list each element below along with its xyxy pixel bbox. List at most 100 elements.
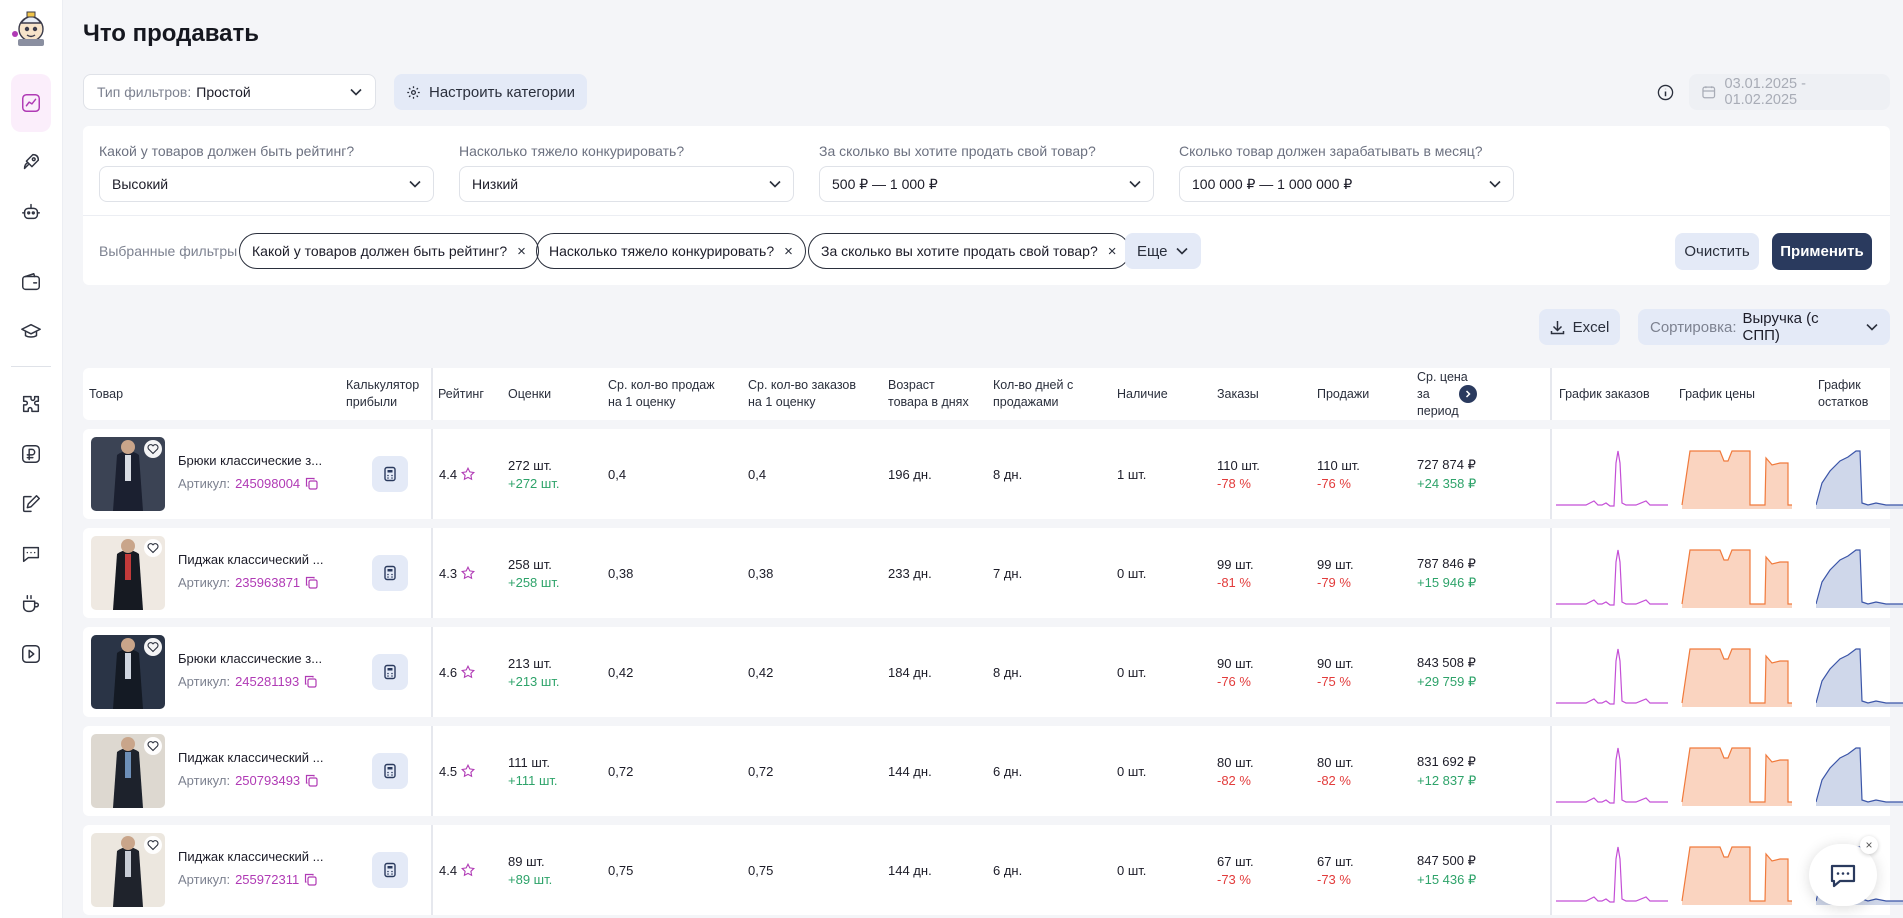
profit-calculator-button[interactable]: [372, 456, 408, 492]
sidebar-item-promotion[interactable]: [11, 142, 51, 182]
date-range-picker[interactable]: 03.01.2025 - 01.02.2025: [1689, 74, 1890, 110]
orders-chart[interactable]: [1556, 740, 1668, 806]
sort-select[interactable]: Сортировка: Выручка (с СПП): [1638, 309, 1890, 345]
product-image[interactable]: [91, 437, 165, 511]
profit-calculator-button[interactable]: [372, 852, 408, 888]
product-image[interactable]: [91, 536, 165, 610]
product-name[interactable]: Пиджак классический ...: [178, 750, 330, 765]
sidebar-item-analytics[interactable]: [11, 74, 51, 132]
header-rating[interactable]: Рейтинг: [438, 368, 484, 420]
copy-icon[interactable]: [305, 774, 318, 787]
orders-chart[interactable]: [1556, 443, 1668, 509]
copy-icon[interactable]: [305, 576, 318, 589]
price-chart[interactable]: [1680, 641, 1810, 707]
product-image[interactable]: [91, 833, 165, 907]
logo-icon[interactable]: [10, 6, 52, 48]
price-chart[interactable]: [1680, 443, 1810, 509]
table-row[interactable]: Пиджак классический ... Артикул: 2559723…: [83, 825, 1903, 915]
profit-calculator-button[interactable]: [372, 555, 408, 591]
product-name[interactable]: Брюки классические з...: [178, 453, 330, 468]
price-filter-select[interactable]: 500 ₽ — 1 000 ₽: [819, 166, 1154, 202]
article-number[interactable]: 235963871: [235, 575, 300, 590]
orders-chart[interactable]: [1556, 641, 1668, 707]
table-row[interactable]: Пиджак классический ... Артикул: 2359638…: [83, 528, 1903, 618]
header-reviews[interactable]: Оценки: [508, 368, 551, 420]
header-stock[interactable]: Наличие: [1117, 368, 1168, 420]
sidebar-item-education[interactable]: [11, 312, 51, 352]
header-profit-calculator[interactable]: Калькулятор прибыли: [346, 368, 419, 420]
copy-icon[interactable]: [304, 873, 317, 886]
chat-close-button[interactable]: ×: [1860, 836, 1878, 854]
article-number[interactable]: 255972311: [235, 872, 299, 887]
competition-filter-select[interactable]: Низкий: [459, 166, 794, 202]
table-row[interactable]: Брюки классические з... Артикул: 2452811…: [83, 627, 1903, 717]
product-name[interactable]: Брюки классические з...: [178, 651, 330, 666]
article-number[interactable]: 245098004: [235, 476, 300, 491]
chevron-down-icon: [1175, 247, 1188, 255]
article-number[interactable]: 250793493: [235, 773, 300, 788]
price-chart[interactable]: [1680, 740, 1810, 806]
header-orders-per-review[interactable]: Ср. кол-во заказов на 1 оценку: [748, 368, 856, 420]
sales-count: 90 шт.: [1317, 655, 1354, 671]
info-icon[interactable]: [1657, 84, 1674, 101]
sales-delta: -75 %: [1317, 673, 1351, 689]
stock-chart[interactable]: [1816, 443, 1903, 509]
excel-export-button[interactable]: Excel: [1539, 309, 1620, 345]
stock-chart[interactable]: [1816, 641, 1903, 707]
header-price-chart[interactable]: График цены: [1679, 368, 1755, 420]
stock-chart[interactable]: [1816, 740, 1903, 806]
product-image[interactable]: [91, 734, 165, 808]
revenue-filter-select[interactable]: 100 000 ₽ — 1 000 000 ₽: [1179, 166, 1514, 202]
sidebar-item-coffee[interactable]: [11, 584, 51, 624]
sidebar-item-messages[interactable]: [11, 534, 51, 574]
scroll-right-button[interactable]: [1459, 385, 1477, 403]
close-icon[interactable]: ×: [784, 243, 793, 260]
product-image[interactable]: [91, 635, 165, 709]
close-icon[interactable]: ×: [1108, 243, 1117, 260]
copy-icon[interactable]: [305, 477, 318, 490]
header-days-with-sales[interactable]: Кол-во дней с продажами: [993, 368, 1073, 420]
sidebar-item-extensions[interactable]: [11, 384, 51, 424]
sidebar-item-finance[interactable]: [11, 434, 51, 474]
header-product[interactable]: Товар: [89, 368, 123, 420]
article-number[interactable]: 245281193: [235, 674, 299, 689]
price-chart[interactable]: [1680, 542, 1810, 608]
favorite-button[interactable]: [144, 737, 162, 755]
orders-chart[interactable]: [1556, 542, 1668, 608]
sidebar-item-editor[interactable]: [11, 484, 51, 524]
close-icon[interactable]: ×: [517, 243, 526, 260]
header-orders-chart[interactable]: График заказов: [1559, 368, 1650, 420]
header-orders[interactable]: Заказы: [1217, 368, 1259, 420]
header-sales[interactable]: Продажи: [1317, 368, 1369, 420]
price-chart[interactable]: [1680, 839, 1810, 905]
header-stock-chart[interactable]: График остатков: [1818, 368, 1890, 420]
more-filters-button[interactable]: Еще: [1125, 233, 1201, 269]
table-row[interactable]: Пиджак классический ... Артикул: 2507934…: [83, 726, 1903, 816]
profit-calculator-button[interactable]: [372, 654, 408, 690]
product-name[interactable]: Пиджак классический ...: [178, 849, 330, 864]
rating-filter-select[interactable]: Высокий: [99, 166, 434, 202]
header-sales-per-review[interactable]: Ср. кол-во продаж на 1 оценку: [608, 368, 715, 420]
sidebar-item-bot[interactable]: [11, 192, 51, 232]
header-product-age[interactable]: Возраст товара в днях: [888, 368, 969, 420]
favorite-button[interactable]: [144, 440, 162, 458]
sidebar-item-wallet[interactable]: [11, 262, 51, 302]
favorite-button[interactable]: [144, 836, 162, 854]
filter-type-select[interactable]: Тип фильтров: Простой: [83, 74, 376, 110]
configure-categories-button[interactable]: Настроить категории: [394, 74, 587, 110]
apply-button[interactable]: Применить: [1772, 233, 1872, 270]
profit-calculator-button[interactable]: [372, 753, 408, 789]
filter-chip-rating[interactable]: Какой у товаров должен быть рейтинг? ×: [239, 233, 539, 269]
stock-chart[interactable]: [1816, 542, 1903, 608]
sidebar-item-video[interactable]: [11, 634, 51, 674]
table-row[interactable]: Брюки классические з... Артикул: 2450980…: [83, 429, 1903, 519]
edit-icon: [22, 495, 40, 513]
favorite-button[interactable]: [144, 539, 162, 557]
favorite-button[interactable]: [144, 638, 162, 656]
filter-chip-price[interactable]: За сколько вы хотите продать свой товар?…: [808, 233, 1130, 269]
copy-icon[interactable]: [304, 675, 317, 688]
clear-button[interactable]: Очистить: [1675, 233, 1759, 270]
filter-chip-competition[interactable]: Насколько тяжело конкурировать? ×: [536, 233, 806, 269]
orders-chart[interactable]: [1556, 839, 1668, 905]
product-name[interactable]: Пиджак классический ...: [178, 552, 330, 567]
